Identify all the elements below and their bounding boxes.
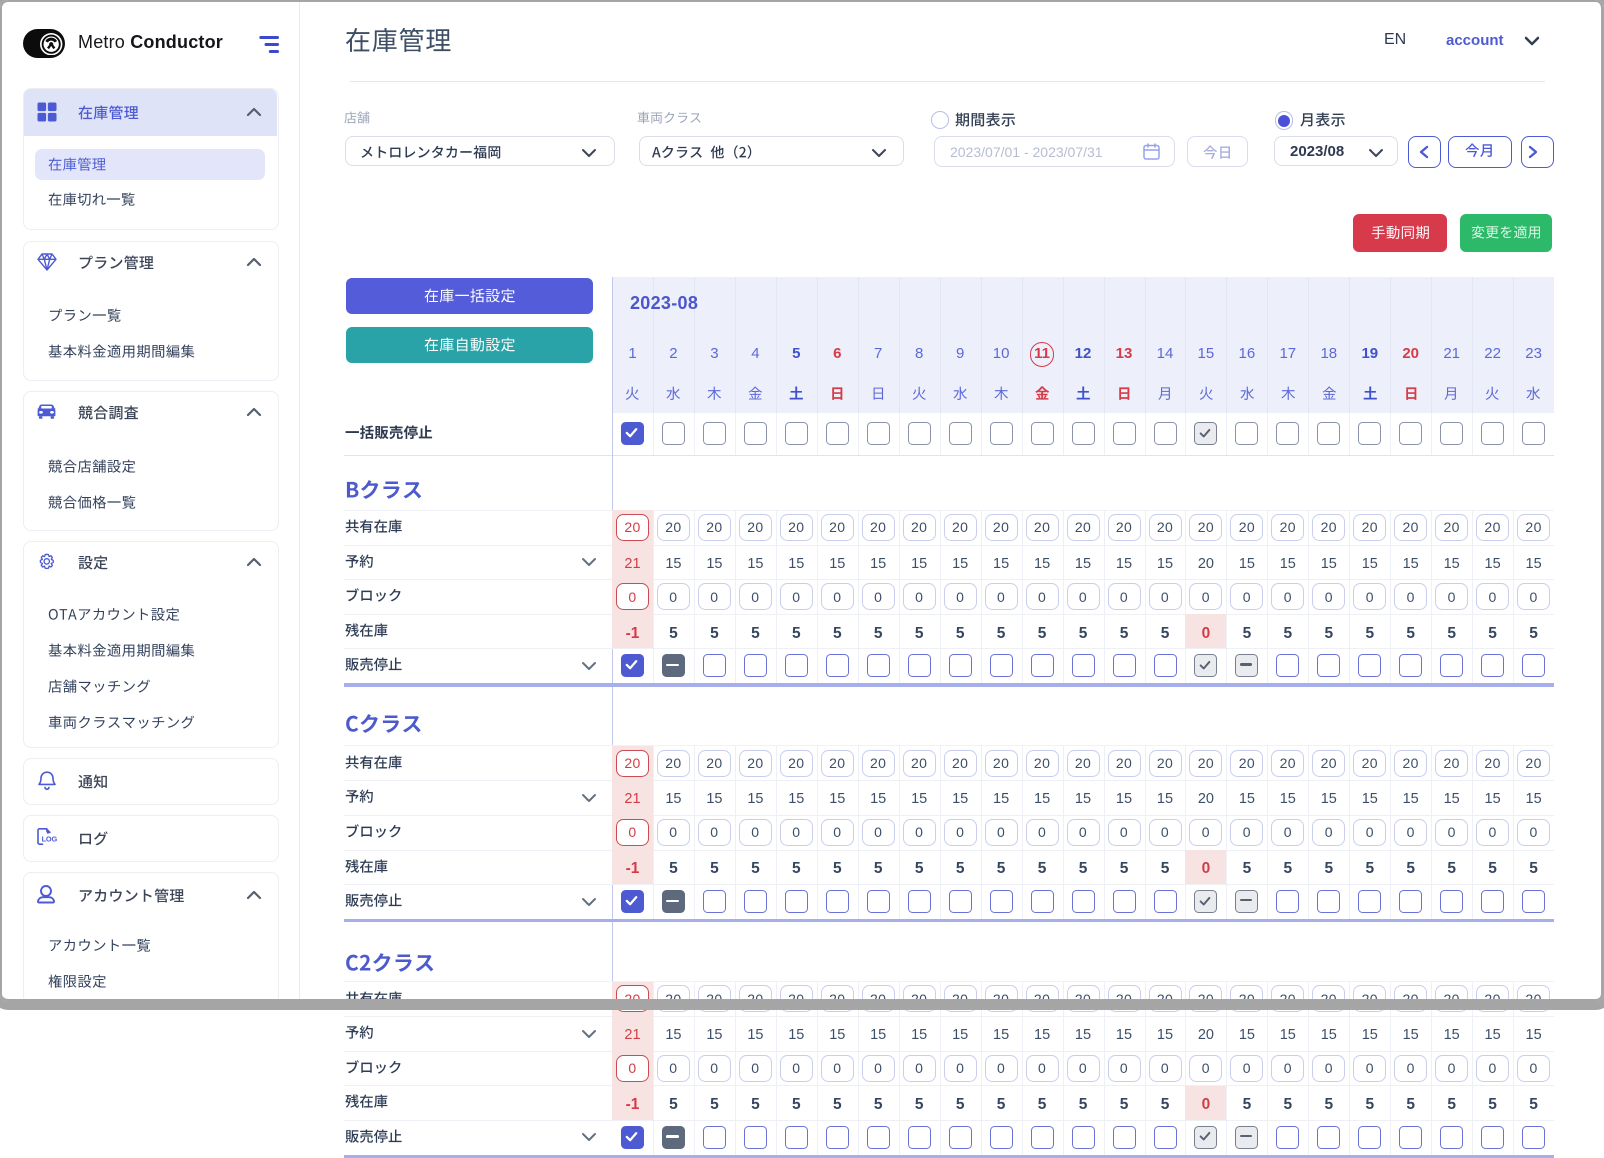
svg-text:LOG: LOG [42,835,58,844]
